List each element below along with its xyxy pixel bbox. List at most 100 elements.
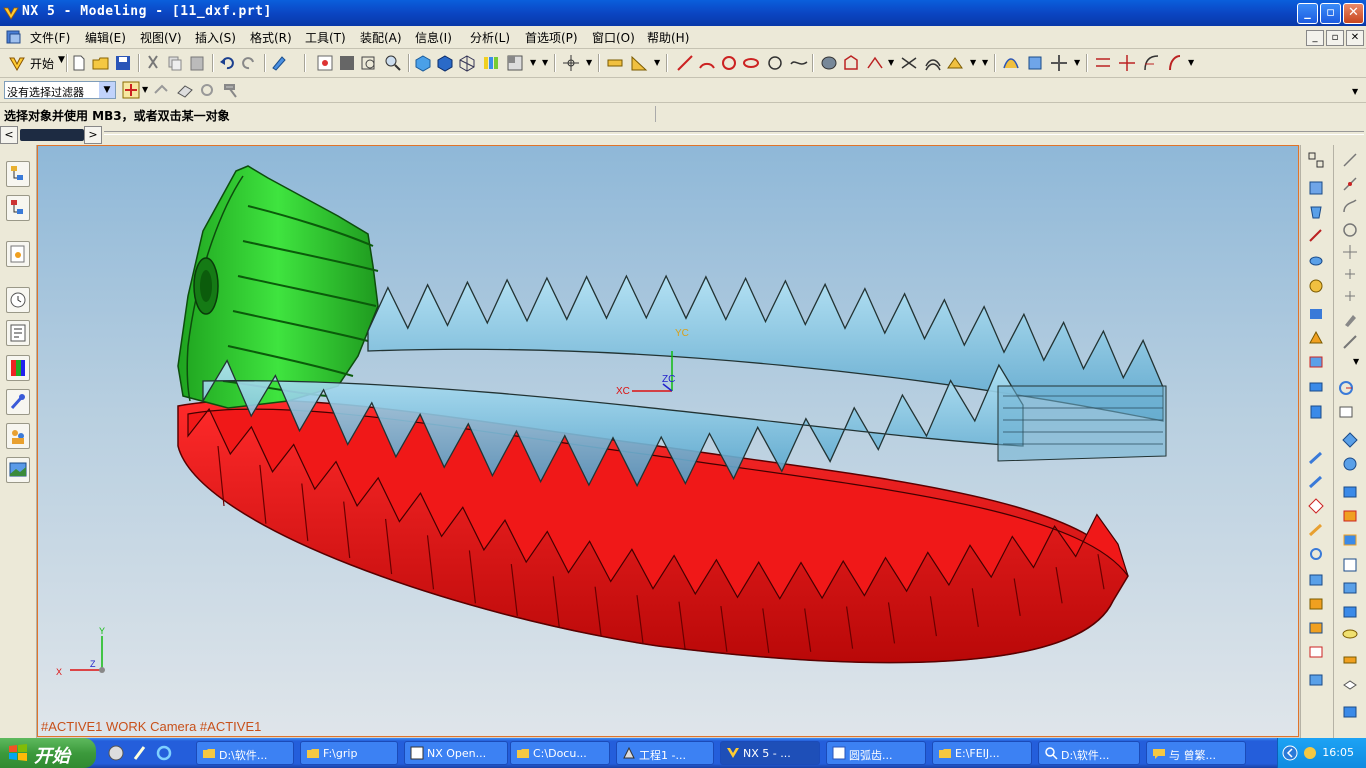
fillet-curve-icon[interactable]	[1142, 54, 1160, 72]
layer-settings-icon[interactable]	[1307, 151, 1325, 169]
move-object-icon[interactable]	[1050, 54, 1068, 72]
sphere-icon[interactable]	[1307, 277, 1325, 295]
cut-icon[interactable]	[144, 54, 162, 72]
taskbar-item[interactable]: F:\grip	[300, 741, 398, 765]
revolve-feature-icon[interactable]	[1341, 603, 1359, 621]
menu-tools[interactable]: 工具(T)	[305, 29, 346, 46]
paste-icon[interactable]	[188, 54, 206, 72]
menu-view[interactable]: 视图(V)	[140, 29, 182, 46]
taskbar-item[interactable]: E:\FEIJ...	[932, 741, 1032, 765]
section-curve-icon[interactable]	[1166, 54, 1184, 72]
extrude-feature-icon[interactable]	[1341, 579, 1359, 597]
extrude-icon[interactable]	[820, 54, 838, 72]
taskbar-item[interactable]: 工程1 -...	[616, 741, 714, 765]
chevron-down-icon[interactable]: ▼	[1353, 357, 1359, 366]
cylinder-icon[interactable]	[1307, 227, 1325, 245]
gear-select-icon[interactable]	[198, 81, 216, 99]
taskbar-item[interactable]: 与 曾繁...	[1146, 741, 1246, 765]
shaded-view-icon[interactable]	[338, 54, 356, 72]
taskbar-item[interactable]: NX Open...	[404, 741, 508, 765]
line-icon[interactable]	[676, 54, 694, 72]
line-tool-icon[interactable]	[1341, 151, 1359, 169]
taskbar-item-active[interactable]: NX 5 - ...	[720, 741, 820, 765]
bounded-plane-icon[interactable]	[1341, 675, 1359, 693]
chevron-down-icon[interactable]: ▼	[982, 58, 988, 67]
mdi-close-button[interactable]: ✕	[1346, 30, 1364, 46]
open-folder-icon[interactable]	[92, 54, 110, 72]
roles-button[interactable]	[6, 355, 30, 381]
pen-tool-icon[interactable]	[1341, 311, 1359, 329]
pocket-icon[interactable]	[1307, 353, 1325, 371]
taskbar-item[interactable]: D:\软件...	[196, 741, 294, 765]
slot-icon[interactable]	[1307, 403, 1325, 421]
shaded-cube-icon[interactable]	[414, 54, 432, 72]
menu-analysis[interactable]: 分析(L)	[470, 29, 510, 46]
circle-icon[interactable]	[766, 54, 784, 72]
csys-icon[interactable]	[1337, 379, 1355, 397]
render-style-icon[interactable]	[482, 54, 500, 72]
menu-insert[interactable]: 插入(S)	[195, 29, 236, 46]
book-icon[interactable]	[1307, 179, 1325, 197]
datum-plane-icon[interactable]	[1337, 403, 1355, 421]
snap-arrow-icon[interactable]	[152, 81, 170, 99]
chamfer-icon[interactable]	[1307, 473, 1325, 491]
chevron-down-icon[interactable]: ▼	[970, 58, 976, 67]
pad-icon[interactable]	[1307, 377, 1325, 395]
revolve-icon[interactable]	[842, 54, 860, 72]
split-body-icon[interactable]	[1307, 643, 1325, 661]
mdi-restore-button[interactable]: ▫	[1326, 30, 1344, 46]
copy-icon[interactable]	[166, 54, 184, 72]
tray-expand-icon[interactable]	[1282, 745, 1298, 761]
taskbar-item[interactable]: 圆弧齿...	[826, 741, 926, 765]
menu-file[interactable]: 文件(F)	[30, 29, 70, 46]
redo-icon[interactable]	[240, 54, 258, 72]
block-icon[interactable]	[1307, 203, 1325, 221]
angle-icon[interactable]	[630, 54, 648, 72]
chevron-down-icon[interactable]: ▼	[1188, 58, 1194, 67]
undo-icon[interactable]	[218, 54, 236, 72]
wireframe-cube-icon[interactable]	[458, 54, 476, 72]
surface-icon[interactable]	[1002, 54, 1020, 72]
mirror-icon[interactable]	[1307, 595, 1325, 613]
fit-view-icon[interactable]	[316, 54, 334, 72]
graphics-window[interactable]: XC YC ZC X Y Z #ACTIVE1 WORK Camera #ACT…	[37, 145, 1299, 737]
cone-feature-icon[interactable]	[1341, 531, 1359, 549]
network-icon[interactable]	[1302, 745, 1318, 761]
menu-format[interactable]: 格式(R)	[250, 29, 292, 46]
cone-icon[interactable]	[1307, 251, 1325, 269]
system-materials-button[interactable]	[6, 320, 30, 346]
close-button[interactable]: ✕	[1343, 3, 1364, 24]
gear-model-render[interactable]: XC YC ZC X Y Z	[38, 146, 1299, 737]
draft-icon[interactable]	[1307, 521, 1325, 539]
save-icon[interactable]	[114, 54, 132, 72]
new-file-icon[interactable]	[70, 54, 88, 72]
offset-face-icon[interactable]	[1307, 671, 1325, 689]
chevron-down-icon[interactable]: ▼	[1074, 58, 1080, 67]
view-orient-icon[interactable]	[506, 54, 524, 72]
roles-user-button[interactable]	[6, 423, 30, 449]
green-pinion-gear[interactable]	[177, 165, 379, 409]
chevron-down-icon[interactable]: ▼	[1352, 87, 1358, 96]
ruler-icon[interactable]	[1341, 333, 1359, 351]
datum-axis-icon[interactable]	[1341, 431, 1359, 449]
system-scenes-button[interactable]	[6, 457, 30, 483]
part-navigator-button[interactable]	[6, 195, 30, 221]
point-set-icon[interactable]	[1341, 265, 1359, 283]
quicklaunch-disk-icon[interactable]	[108, 745, 124, 761]
scroll-right-button[interactable]: >	[84, 126, 102, 144]
measure-icon[interactable]	[606, 54, 624, 72]
menu-window[interactable]: 窗口(O)	[592, 29, 635, 46]
boss-icon[interactable]	[1307, 329, 1325, 347]
pattern-icon[interactable]	[1307, 571, 1325, 589]
edge-cube-icon[interactable]	[436, 54, 454, 72]
start-button[interactable]: 开始	[0, 738, 96, 768]
sew-icon[interactable]	[1341, 703, 1359, 721]
scroll-left-button[interactable]: <	[0, 126, 18, 144]
select-cursor-icon[interactable]	[122, 81, 140, 99]
trim-body-icon[interactable]	[1307, 619, 1325, 637]
history-button[interactable]	[6, 241, 30, 267]
magnify-icon[interactable]	[384, 54, 402, 72]
scroll-thumb[interactable]	[20, 129, 84, 141]
spline-icon[interactable]	[790, 54, 808, 72]
circle-tool-icon[interactable]	[1341, 221, 1359, 239]
